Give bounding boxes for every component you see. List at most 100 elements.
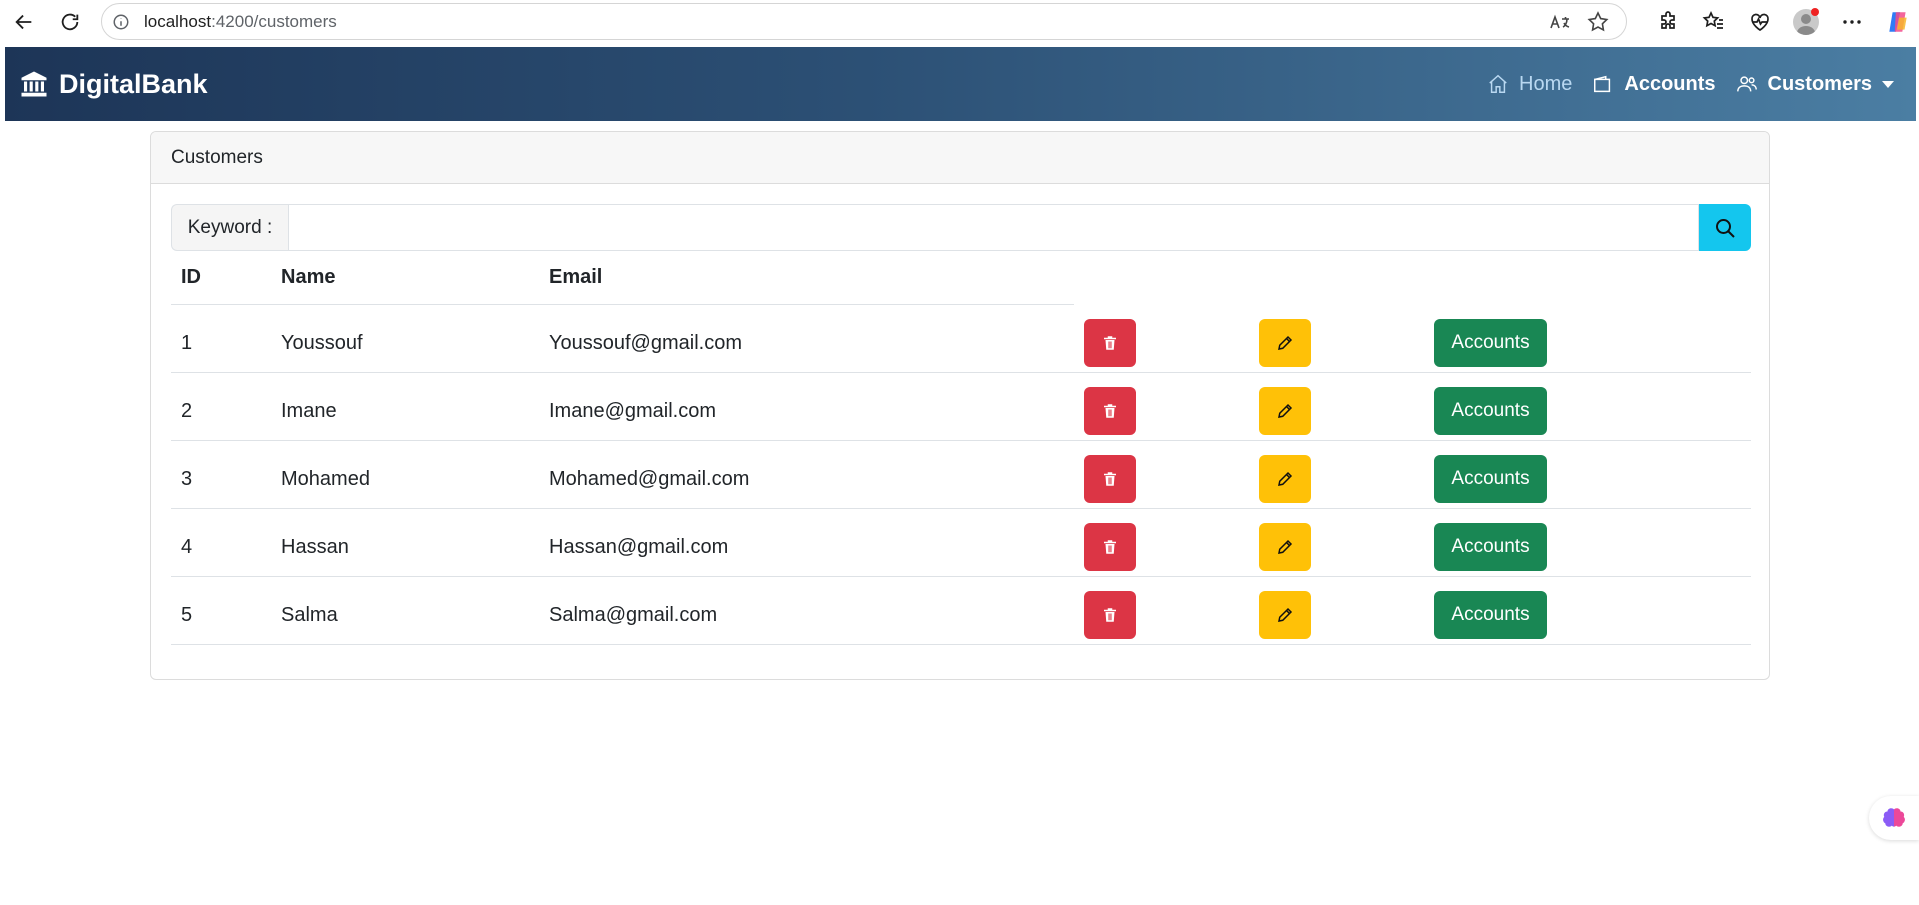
trash-icon <box>1104 540 1116 554</box>
cell-delete <box>1074 576 1249 645</box>
site-info-icon[interactable] <box>112 13 130 31</box>
trash-icon <box>1104 608 1116 622</box>
cell-edit <box>1249 372 1424 441</box>
health-heart-icon[interactable] <box>1745 7 1775 37</box>
house-icon <box>1489 74 1507 93</box>
customers-card: Customers Keyword : ID Name Email 1 Youss… <box>150 131 1770 680</box>
trash-icon <box>1104 336 1116 350</box>
pencil-icon <box>1278 335 1293 350</box>
delete-button[interactable] <box>1084 318 1136 367</box>
cell-email: Youssouf@gmail.com <box>539 304 1074 373</box>
customers-table: ID Name Email 1 Youssouf Youssouf@gmail.co… <box>171 252 1751 645</box>
trash-icon <box>1104 472 1116 486</box>
cell-name: Mohamed <box>271 440 539 509</box>
back-icon[interactable] <box>10 8 38 36</box>
delete-button[interactable] <box>1084 455 1136 503</box>
search-button[interactable] <box>1699 204 1751 251</box>
cell-edit <box>1249 440 1424 509</box>
table-row: 3 Mohamed Mohamed@gmail.com Accounts <box>171 440 1751 509</box>
more-menu-icon[interactable] <box>1837 7 1867 37</box>
trash-icon <box>1104 404 1116 418</box>
cell-id: 2 <box>171 372 271 441</box>
edit-button[interactable] <box>1259 523 1311 571</box>
ai-assistant-icon[interactable] <box>1869 796 1919 840</box>
pencil-icon <box>1278 471 1293 486</box>
people-icon <box>1736 76 1757 92</box>
column-header-name: Name <box>271 252 539 305</box>
keyword-input[interactable] <box>288 204 1699 251</box>
nav-home-label: Home <box>1519 72 1573 95</box>
table-row: 4 Hassan Hassan@gmail.com Accounts <box>171 508 1751 577</box>
cell-email: Imane@gmail.com <box>539 372 1074 441</box>
cell-edit <box>1249 508 1424 577</box>
cell-id: 5 <box>171 576 271 645</box>
profile-avatar[interactable] <box>1791 7 1821 37</box>
nav-customers-dropdown[interactable]: Customers <box>1736 73 1894 96</box>
cell-name: Imane <box>271 372 539 441</box>
cell-name: Youssouf <box>271 304 539 373</box>
cell-email: Mohamed@gmail.com <box>539 440 1074 509</box>
edit-button[interactable] <box>1259 591 1311 639</box>
cell-email: Hassan@gmail.com <box>539 508 1074 577</box>
pencil-icon <box>1278 539 1293 554</box>
accounts-button[interactable]: Accounts <box>1434 387 1547 435</box>
wallet-icon <box>1594 75 1611 93</box>
url-text: localhost:4200/customers <box>144 11 337 31</box>
translate-icon[interactable] <box>1548 10 1572 34</box>
cell-id: 1 <box>171 304 271 373</box>
edit-button[interactable] <box>1259 455 1311 503</box>
nav-home[interactable]: Home <box>1487 73 1572 96</box>
cell-id: 3 <box>171 440 271 509</box>
column-header-id: ID <box>171 252 271 305</box>
column-header-email: Email <box>539 252 1074 305</box>
cell-accounts: Accounts <box>1424 508 1751 577</box>
accounts-button[interactable]: Accounts <box>1434 591 1547 639</box>
cell-edit <box>1249 304 1424 373</box>
cell-id: 4 <box>171 508 271 577</box>
brand-link[interactable]: DigitalBank <box>19 69 208 100</box>
cell-name: Salma <box>271 576 539 645</box>
table-row: 2 Imane Imane@gmail.com Accounts <box>171 372 1751 441</box>
cell-name: Hassan <box>271 508 539 577</box>
delete-button[interactable] <box>1084 523 1136 571</box>
card-header: Customers <box>151 132 1769 184</box>
edit-button[interactable] <box>1259 318 1311 367</box>
copilot-icon[interactable] <box>1883 7 1913 37</box>
cell-delete <box>1074 304 1249 373</box>
cell-accounts: Accounts <box>1424 576 1751 645</box>
reload-icon[interactable] <box>56 8 84 36</box>
cell-accounts: Accounts <box>1424 440 1751 509</box>
cell-delete <box>1074 508 1249 577</box>
app-navbar: DigitalBank Home Accounts Customers <box>5 47 1916 121</box>
accounts-button[interactable]: Accounts <box>1434 455 1547 503</box>
cell-accounts: Accounts <box>1424 372 1751 441</box>
accounts-button[interactable]: Accounts <box>1434 523 1547 571</box>
search-icon <box>1716 218 1735 238</box>
table-row: 1 Youssouf Youssouf@gmail.com Accounts <box>171 304 1751 373</box>
nav-accounts-label: Accounts <box>1624 72 1716 95</box>
nav-accounts[interactable]: Accounts <box>1592 72 1716 96</box>
search-form: Keyword : <box>171 204 1751 251</box>
pencil-icon <box>1278 403 1293 418</box>
browser-toolbar: localhost:4200/customers <box>0 0 1919 44</box>
edit-button[interactable] <box>1259 387 1311 435</box>
accounts-button[interactable]: Accounts <box>1434 318 1547 367</box>
delete-button[interactable] <box>1084 387 1136 435</box>
favorite-star-icon[interactable] <box>1586 10 1610 34</box>
pencil-icon <box>1278 607 1293 622</box>
keyword-label: Keyword : <box>171 204 288 251</box>
bank-icon <box>21 71 47 97</box>
address-bar[interactable]: localhost:4200/customers <box>101 3 1627 40</box>
nav-customers-label: Customers <box>1767 72 1872 95</box>
chevron-down-icon <box>1882 80 1894 88</box>
cell-delete <box>1074 372 1249 441</box>
delete-button[interactable] <box>1084 591 1136 639</box>
extensions-icon[interactable] <box>1653 7 1683 37</box>
cell-email: Salma@gmail.com <box>539 576 1074 645</box>
table-row: 5 Salma Salma@gmail.com Accounts <box>171 576 1751 645</box>
brand-name: DigitalBank <box>59 68 208 99</box>
cell-edit <box>1249 576 1424 645</box>
table-header-row: ID Name Email <box>171 252 1751 305</box>
cell-delete <box>1074 440 1249 509</box>
favorites-list-icon[interactable] <box>1699 7 1729 37</box>
